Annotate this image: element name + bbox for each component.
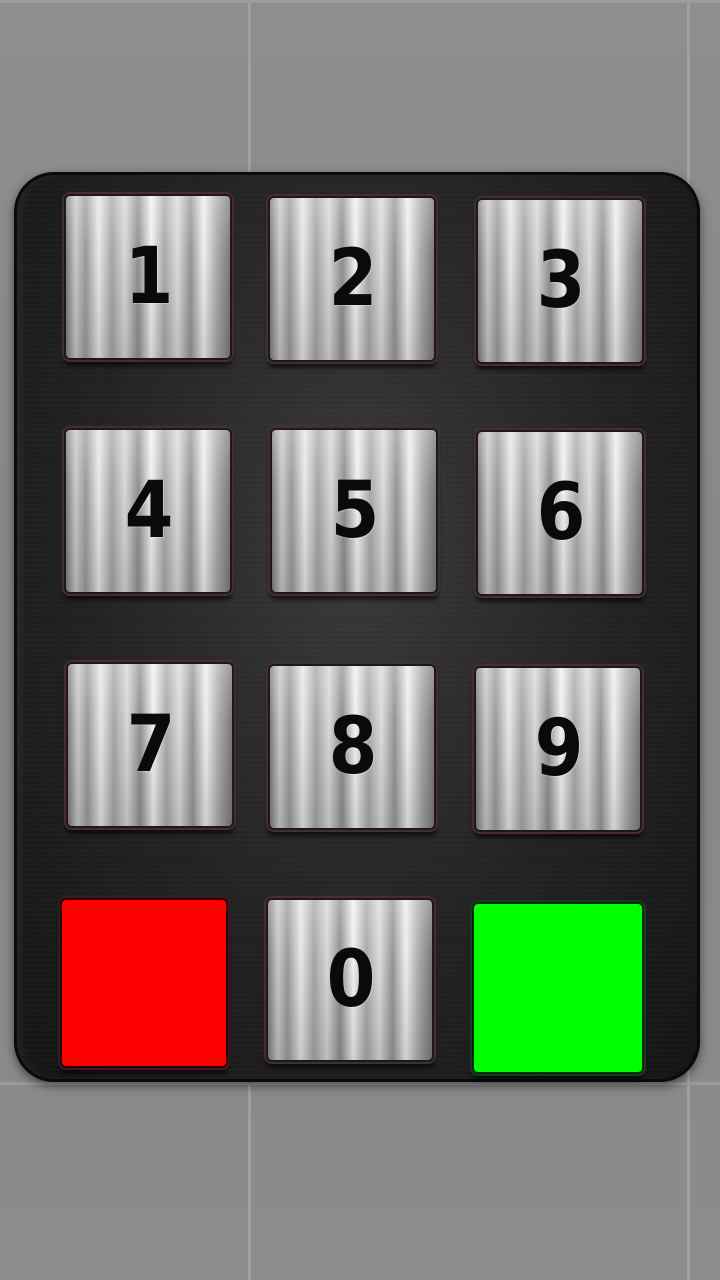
key-0[interactable]: 0 [266, 898, 434, 1062]
key-label: 7 [126, 700, 175, 790]
key-label: 0 [326, 935, 375, 1025]
confirm-button[interactable] [472, 902, 644, 1074]
key-label: 2 [328, 234, 377, 324]
key-label: 8 [328, 702, 377, 792]
key-label: 9 [534, 704, 583, 794]
key-8[interactable]: 8 [268, 664, 436, 830]
key-2[interactable]: 2 [268, 196, 436, 362]
wall-seam [0, 0, 720, 3]
key-4[interactable]: 4 [64, 428, 232, 594]
key-label: 5 [330, 466, 379, 556]
key-label: 3 [536, 236, 585, 326]
key-label: 4 [124, 466, 173, 556]
key-7[interactable]: 7 [66, 662, 234, 828]
key-label: 6 [536, 468, 585, 558]
key-3[interactable]: 3 [476, 198, 644, 364]
key-5[interactable]: 5 [270, 428, 438, 594]
key-6[interactable]: 6 [476, 430, 644, 596]
key-1[interactable]: 1 [64, 194, 232, 360]
cancel-button[interactable] [60, 898, 228, 1068]
keypad-panel: 1 2 3 4 5 6 7 8 9 0 [14, 172, 700, 1082]
key-label: 1 [124, 232, 173, 322]
key-9[interactable]: 9 [474, 666, 642, 832]
wall-seam [0, 1082, 720, 1085]
